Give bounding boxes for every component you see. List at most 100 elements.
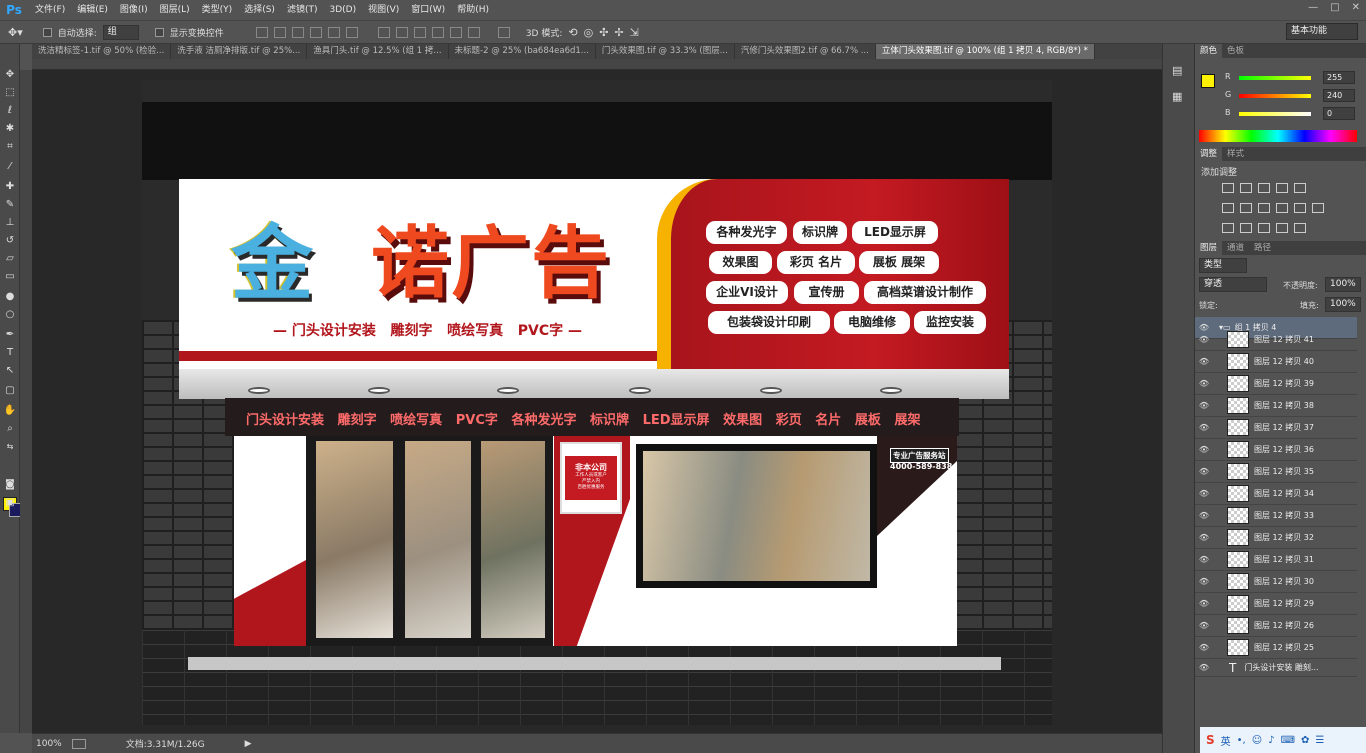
layer-row[interactable]: 👁 图层 12 拷贝 29: [1195, 593, 1357, 615]
channel-mixer-icon[interactable]: [1294, 203, 1306, 213]
threshold-icon[interactable]: [1258, 223, 1270, 233]
doc-tab[interactable]: 汽修门头效果图2.tif @ 66.7% ...: [735, 44, 876, 59]
layer-row[interactable]: 👁 图层 12 拷贝 30: [1195, 571, 1357, 593]
swap-colors-icon[interactable]: ⇆: [3, 440, 17, 454]
document-canvas[interactable]: 金 诺广告 — 门头设计安装 雕刻字 喷绘写真 PVC字 — 各种发光字 标识牌…: [142, 80, 1052, 725]
gradient-map-icon[interactable]: [1276, 223, 1288, 233]
b-slider[interactable]: [1239, 112, 1311, 116]
eye-icon[interactable]: 👁: [1195, 555, 1213, 564]
doc-tab[interactable]: 洗手液 洁厕净排版.tif @ 25%...: [171, 44, 308, 59]
align-right-icon[interactable]: [345, 26, 358, 38]
layer-row[interactable]: 👁 图层 12 拷贝 37: [1195, 417, 1357, 439]
photo-filter-icon[interactable]: [1276, 203, 1288, 213]
eyedropper-icon[interactable]: ⁄: [3, 160, 17, 174]
menu-edit[interactable]: 编辑(E): [71, 0, 114, 20]
align-left-icon[interactable]: [309, 26, 322, 38]
eye-icon[interactable]: 👁: [1195, 335, 1213, 344]
blur-icon[interactable]: ●: [3, 290, 17, 304]
ime-emoji-icon[interactable]: ☺: [1252, 735, 1262, 746]
distribute-vcenter-icon[interactable]: [395, 26, 408, 38]
tab-color[interactable]: 颜色: [1195, 44, 1223, 58]
layer-row[interactable]: 👁 图层 12 拷贝 41: [1195, 329, 1357, 351]
g-slider[interactable]: [1239, 94, 1311, 98]
blend-mode-dropdown[interactable]: 穿透: [1199, 277, 1267, 292]
3d-pan-icon[interactable]: ✣: [599, 26, 608, 39]
healing-brush-icon[interactable]: ✚: [3, 180, 17, 194]
move-tool-icon[interactable]: ✥▾: [8, 26, 23, 39]
menu-3d[interactable]: 3D(D): [323, 0, 362, 20]
eye-icon[interactable]: 👁: [1195, 511, 1213, 520]
menu-select[interactable]: 选择(S): [238, 0, 281, 20]
doc-tab[interactable]: 未标题-2 @ 25% (ba684ea6d1...: [449, 44, 596, 59]
menu-filter[interactable]: 滤镜(T): [281, 0, 324, 20]
3d-rotate-icon[interactable]: ⟲: [568, 26, 577, 39]
clone-stamp-icon[interactable]: ⊥: [3, 216, 17, 230]
b-value[interactable]: 0: [1323, 107, 1355, 120]
properties-panel-icon[interactable]: ▦: [1172, 90, 1182, 103]
type-icon[interactable]: T: [3, 346, 17, 360]
fill-input[interactable]: 100%: [1325, 297, 1361, 312]
history-panel-icon[interactable]: ▤: [1172, 64, 1182, 77]
color-spectrum[interactable]: [1199, 130, 1357, 142]
tab-paths[interactable]: 路径: [1249, 241, 1276, 255]
minimize-icon[interactable]: —: [1308, 2, 1318, 13]
screen-mode-icon[interactable]: ▣: [3, 496, 17, 510]
layer-row[interactable]: 👁 图层 12 拷贝 26: [1195, 615, 1357, 637]
path-select-icon[interactable]: ↖: [3, 364, 17, 378]
3d-slide-icon[interactable]: ✢: [614, 26, 623, 39]
eye-icon[interactable]: 👁: [1195, 445, 1213, 454]
ime-menu-icon[interactable]: ☰: [1315, 735, 1324, 746]
distribute-top-icon[interactable]: [377, 26, 390, 38]
eye-icon[interactable]: 👁: [1195, 401, 1213, 410]
menu-image[interactable]: 图像(I): [114, 0, 154, 20]
auto-select-dropdown[interactable]: 组: [102, 24, 139, 40]
distribute-hcenter-icon[interactable]: [449, 26, 462, 38]
menu-type[interactable]: 类型(Y): [196, 0, 239, 20]
hand-icon[interactable]: ✋: [3, 404, 17, 418]
align-top-icon[interactable]: [255, 26, 268, 38]
ime-skin-icon[interactable]: ✿: [1301, 735, 1309, 746]
menu-file[interactable]: 文件(F): [29, 0, 71, 20]
r-slider[interactable]: [1239, 76, 1311, 80]
align-vcenter-icon[interactable]: [273, 26, 286, 38]
eye-icon[interactable]: 👁: [1195, 621, 1213, 630]
layer-row[interactable]: 👁 图层 12 拷贝 33: [1195, 505, 1357, 527]
3d-roll-icon[interactable]: ◎: [584, 26, 594, 39]
ime-logo-icon[interactable]: S: [1206, 733, 1215, 747]
layer-row[interactable]: 👁 图层 12 拷贝 38: [1195, 395, 1357, 417]
quick-mask-icon[interactable]: ◙: [3, 478, 17, 492]
g-value[interactable]: 240: [1323, 89, 1355, 102]
auto-align-icon[interactable]: [497, 26, 510, 38]
tab-swatches[interactable]: 色板: [1222, 44, 1249, 58]
ime-punctuation-icon[interactable]: •,: [1237, 735, 1246, 746]
posterize-icon[interactable]: [1240, 223, 1252, 233]
brush-icon[interactable]: ✎: [3, 198, 17, 212]
dodge-icon[interactable]: ○: [3, 308, 17, 322]
hue-saturation-icon[interactable]: [1222, 203, 1234, 213]
layer-row[interactable]: 👁 图层 12 拷贝 39: [1195, 373, 1357, 395]
doc-tab[interactable]: 洗洁精标签-1.tif @ 50% (检验...: [32, 44, 172, 59]
zoom-level[interactable]: 100%: [36, 739, 62, 749]
doc-tab[interactable]: 渔具门头.tif @ 12.5% (组 1 拷...: [307, 44, 449, 59]
eye-icon[interactable]: 👁: [1195, 489, 1213, 498]
levels-icon[interactable]: [1240, 183, 1252, 193]
menu-view[interactable]: 视图(V): [362, 0, 405, 20]
crop-icon[interactable]: ⌗: [3, 140, 17, 154]
shape-icon[interactable]: ▢: [3, 384, 17, 398]
menu-layer[interactable]: 图层(L): [154, 0, 196, 20]
eye-icon[interactable]: 👁: [1195, 663, 1213, 672]
eye-icon[interactable]: 👁: [1195, 643, 1213, 652]
lasso-icon[interactable]: ℓ: [3, 104, 17, 118]
marquee-icon[interactable]: ⬚: [3, 86, 17, 100]
color-lookup-icon[interactable]: [1312, 203, 1324, 213]
layer-row[interactable]: 👁 图层 12 拷贝 25: [1195, 637, 1357, 659]
pen-icon[interactable]: ✒: [3, 328, 17, 342]
ime-mode[interactable]: 英: [1221, 733, 1231, 748]
eye-icon[interactable]: 👁: [1195, 423, 1213, 432]
eye-icon[interactable]: 👁: [1195, 379, 1213, 388]
status-menu-arrow-icon[interactable]: ▶: [245, 739, 252, 749]
tab-layers[interactable]: 图层: [1195, 241, 1223, 255]
brightness-icon[interactable]: [1222, 183, 1234, 193]
align-hcenter-icon[interactable]: [327, 26, 340, 38]
auto-select-checkbox[interactable]: [42, 27, 52, 37]
